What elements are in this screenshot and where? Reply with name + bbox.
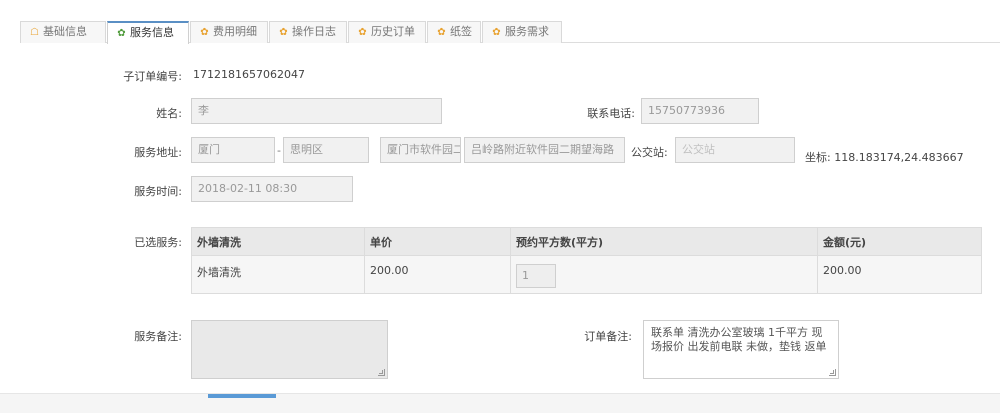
district-select[interactable]: 思明区 — [283, 137, 369, 163]
service-name-cell: 外墙清洗 — [191, 255, 365, 294]
resize-handle-icon[interactable] — [378, 369, 385, 376]
qty-cell: 1 — [510, 255, 818, 294]
gear-icon: ✿ — [492, 27, 501, 38]
phone-field[interactable]: 15750773936 — [641, 98, 759, 124]
tab-basic-info[interactable]: ☖ 基础信息 — [20, 21, 106, 43]
selected-services-label: 已选服务: — [134, 236, 182, 249]
bus-stop-field[interactable]: 公交站 — [675, 137, 795, 163]
resize-handle-icon[interactable] — [829, 369, 836, 376]
coordinates-text: 坐标: 118.183174,24.483667 — [805, 151, 964, 164]
tab-label: 纸签 — [450, 25, 472, 38]
name-label: 姓名: — [156, 107, 182, 120]
tab-label: 费用明细 — [213, 25, 257, 38]
address-separator: - — [277, 144, 281, 157]
order-note-label: 订单备注: — [584, 330, 632, 343]
tab-label: 基础信息 — [43, 25, 87, 38]
tab-label: 服务需求 — [505, 25, 549, 38]
amount-cell: 200.00 — [817, 255, 982, 294]
column-header: 单价 — [364, 227, 511, 256]
tab-label: 操作日志 — [292, 25, 336, 38]
phone-label: 联系电话: — [587, 107, 635, 120]
gear-icon: ✿ — [200, 27, 209, 38]
gear-icon: ✿ — [437, 27, 446, 38]
column-header: 金额(元) — [817, 227, 982, 256]
service-note-textarea[interactable] — [191, 320, 388, 379]
gear-icon: ✿ — [117, 28, 126, 39]
suborder-label: 子订单编号: — [123, 70, 182, 83]
table-header-row: 外墙清洗 单价 预约平方数(平方) 金额(元) — [191, 227, 982, 256]
tab-service-needs[interactable]: ✿ 服务需求 — [482, 21, 562, 43]
suborder-number: 1712181657062047 — [193, 68, 305, 81]
service-note-label: 服务备注: — [134, 330, 182, 343]
bus-stop-label: 公交站: — [631, 146, 668, 159]
gear-icon: ✿ — [279, 27, 288, 38]
tab-bar: ☖ 基础信息 ✿ 服务信息 ✿ 费用明细 ✿ 操作日志 ✿ 历史订单 ✿ 纸签 ✿ 服务需求 — [20, 21, 1000, 44]
address-label: 服务地址: — [134, 146, 182, 159]
services-table: 外墙清洗 单价 预约平方数(平方) 金额(元) 外墙清洗 200.00 1 20… — [191, 227, 982, 294]
tab-label: 历史订单 — [371, 25, 415, 38]
table-row: 外墙清洗 200.00 1 200.00 — [191, 255, 982, 294]
name-field[interactable]: 李 — [191, 98, 442, 124]
order-note-text: 联系单 清洗办公室玻璃 1千平方 现场报价 出发前电联 未做，垫钱 返单 — [651, 326, 827, 353]
service-time-field[interactable]: 2018-02-11 08:30 — [191, 176, 353, 202]
tab-label: 服务信息 — [130, 26, 174, 39]
city-select[interactable]: 厦门 — [191, 137, 275, 163]
tab-paper-sign[interactable]: ✿ 纸签 — [427, 21, 481, 43]
order-note-textarea[interactable]: 联系单 清洗办公室玻璃 1千平方 现场报价 出发前电联 未做，垫钱 返单 — [643, 320, 839, 379]
price-cell: 200.00 — [364, 255, 511, 294]
home-icon: ☖ — [30, 27, 39, 38]
service-time-label: 服务时间: — [134, 185, 182, 198]
tab-history-orders[interactable]: ✿ 历史订单 — [348, 21, 426, 43]
footer-button[interactable] — [208, 394, 276, 398]
address-detail-field[interactable]: 吕岭路附近软件园二期望海路 — [464, 137, 625, 163]
gear-icon: ✿ — [358, 27, 367, 38]
tab-service-info[interactable]: ✿ 服务信息 — [107, 21, 189, 44]
tab-fee-details[interactable]: ✿ 费用明细 — [190, 21, 268, 43]
area-field[interactable]: 厦门市软件园二 — [380, 137, 461, 163]
tab-operation-log[interactable]: ✿ 操作日志 — [269, 21, 347, 43]
column-header: 外墙清洗 — [191, 227, 365, 256]
quantity-field[interactable]: 1 — [516, 264, 556, 288]
column-header: 预约平方数(平方) — [510, 227, 818, 256]
footer-bar — [0, 393, 1000, 413]
